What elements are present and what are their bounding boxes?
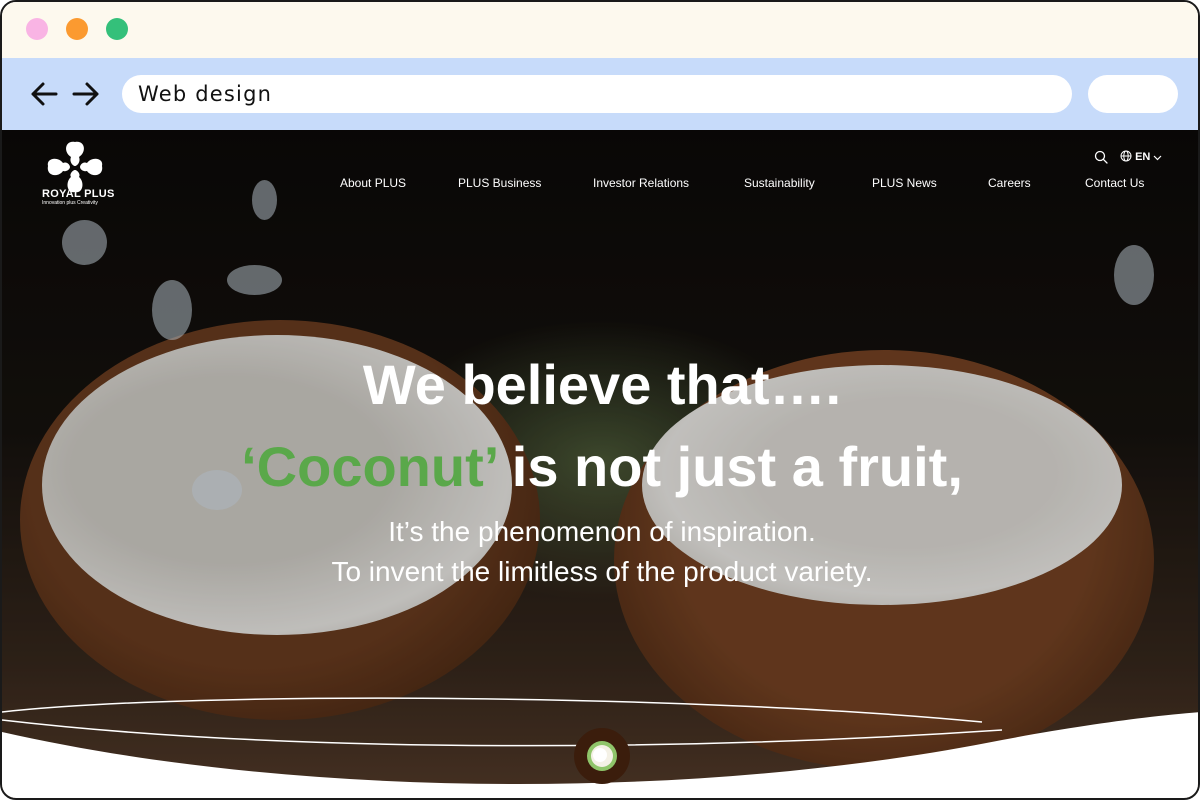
language-label: EN [1135,151,1151,163]
back-arrow-icon[interactable] [28,78,60,110]
coconut-icon [587,741,617,771]
main-menu: About PLUS PLUS Business Investor Relati… [2,176,1198,192]
subtitle-line-1: It’s the phenomenon of inspiration. [388,516,816,547]
hero-subtitle: It’s the phenomenon of inspiration. To i… [2,512,1198,592]
subtitle-line-2: To invent the limitless of the product v… [331,556,873,587]
headline-highlight: ‘Coconut’ [241,435,497,498]
hero-section: ROYAL PLUS Innovation plus Creativity EN… [2,130,1198,798]
close-window-button[interactable] [26,18,48,40]
headline-line-2-text: is not just a fruit, [496,435,963,498]
menu-item-business[interactable]: PLUS Business [458,176,541,190]
address-bar-row: Web design [2,58,1198,130]
forward-arrow-icon[interactable] [70,78,102,110]
title-bar [2,2,1198,58]
search-icon[interactable] [1094,150,1108,164]
menu-item-careers[interactable]: Careers [988,176,1031,190]
menu-item-sustainability[interactable]: Sustainability [744,176,815,190]
menu-item-contact[interactable]: Contact Us [1085,176,1144,190]
language-selector[interactable]: EN [1120,150,1162,164]
maximize-window-button[interactable] [106,18,128,40]
menu-item-about[interactable]: About PLUS [340,176,406,190]
globe-icon [1120,150,1132,162]
browser-action-button[interactable] [1088,75,1178,113]
minimize-window-button[interactable] [66,18,88,40]
chevron-down-icon [1153,155,1162,161]
browser-window: Web design ROYAL PLUS Innovation plus Cr… [0,0,1200,800]
scroll-down-badge[interactable] [574,728,630,784]
logo-tagline: Innovation plus Creativity [42,200,98,206]
menu-item-news[interactable]: PLUS News [872,176,937,190]
url-field[interactable]: Web design [122,75,1072,113]
headline-line-1: We believe that…. [362,353,842,416]
menu-item-investor-relations[interactable]: Investor Relations [593,176,689,190]
headline-line-2: ‘Coconut’ is not just a fruit, [2,432,1198,502]
